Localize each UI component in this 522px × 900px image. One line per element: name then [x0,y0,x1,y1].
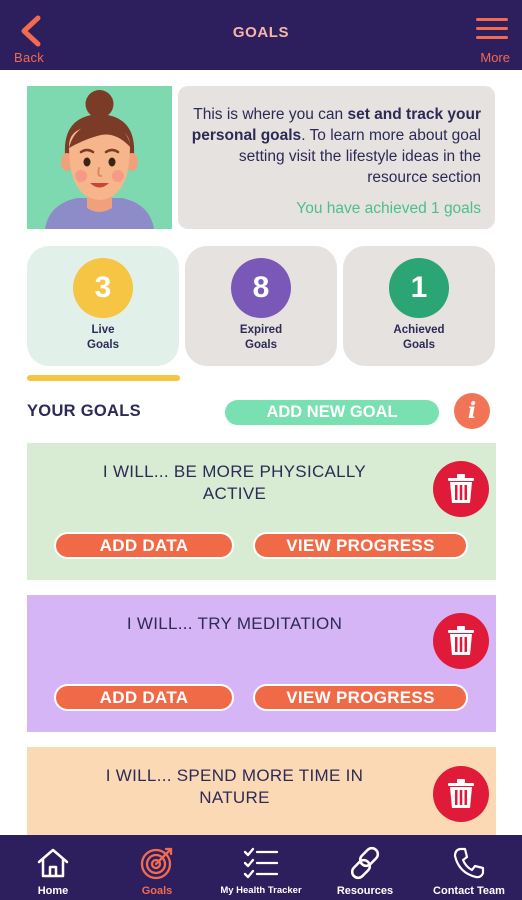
home-icon [37,848,69,878]
goal-card: I WILL... BE MORE PHYSICALLY ACTIVE ADD D… [27,443,496,580]
achieved-goals-note: You have achieved 1 goals [296,200,481,217]
page-title: GOALS [232,24,290,41]
add-new-goal-button[interactable]: ADD NEW GOAL [225,400,439,425]
nav-goals-label: Goals [141,885,173,897]
more-label: More [480,50,510,65]
nav-health-tracker-label: My Health Tracker [220,885,302,896]
goal-title: I WILL... BE MORE PHYSICALLY ACTIVE [102,462,367,503]
nav-contact-team[interactable]: Contact Team [417,835,521,900]
phone-icon [453,847,485,879]
trash-icon [448,626,474,655]
live-goals-count: 3 [73,258,133,318]
nav-health-tracker[interactable]: My Health Tracker [209,835,313,900]
achieved-goals-tab[interactable]: 1 Achieved Goals [343,246,495,366]
trash-icon [448,474,474,503]
goal-card: I WILL... SPEND MORE TIME IN NATURE [27,747,496,835]
active-tab-indicator [27,375,180,381]
back-label: Back [14,50,45,65]
goal-title: I WILL... TRY MEDITATION [126,614,343,633]
achieved-goals-label: Achieved Goals [393,324,445,351]
live-goals-tab[interactable]: 3 Live Goals [27,246,179,366]
achieved-goals-count: 1 [389,258,449,318]
info-icon[interactable]: i [454,393,490,429]
view-progress-button[interactable]: VIEW PROGRESS [253,532,468,559]
link-icon [350,846,380,880]
nav-home-label: Home [37,885,69,897]
add-data-button[interactable]: ADD DATA [54,532,234,559]
delete-goal-button[interactable] [433,766,489,822]
intro-panel: This is where you can set and track your… [178,86,495,229]
more-menu-button[interactable]: More [462,10,512,66]
goal-title: I WILL... SPEND MORE TIME IN NATURE [105,766,364,807]
delete-goal-button[interactable] [433,461,489,517]
nav-resources-label: Resources [336,885,394,897]
expired-goals-tab[interactable]: 8 Expired Goals [185,246,337,366]
trash-icon [448,779,474,808]
goal-card: I WILL... TRY MEDITATION ADD DATA VIEW P… [27,595,496,732]
delete-goal-button[interactable] [433,613,489,669]
nav-goals[interactable]: Goals [105,835,209,900]
nav-home[interactable]: Home [1,835,105,900]
your-goals-heading: YOUR GOALS [27,402,141,420]
woman-avatar-illustration [45,90,154,229]
expired-goals-count: 8 [231,258,291,318]
bottom-navigation: Home Goals My Health Tracker Resources C… [0,835,522,900]
nav-resources[interactable]: Resources [313,835,417,900]
add-data-button[interactable]: ADD DATA [54,684,234,711]
expired-goals-label: Expired Goals [239,324,283,351]
intro-text: This is where you can set and track your… [191,106,481,186]
target-icon [140,847,173,880]
live-goals-label: Live Goals [87,324,119,351]
nav-contact-team-label: Contact Team [433,885,505,897]
hamburger-icon [476,16,508,42]
view-progress-button[interactable]: VIEW PROGRESS [253,684,468,711]
avatar [27,86,172,229]
checklist-icon [243,847,279,879]
app-header: Back GOALS More [0,0,522,70]
